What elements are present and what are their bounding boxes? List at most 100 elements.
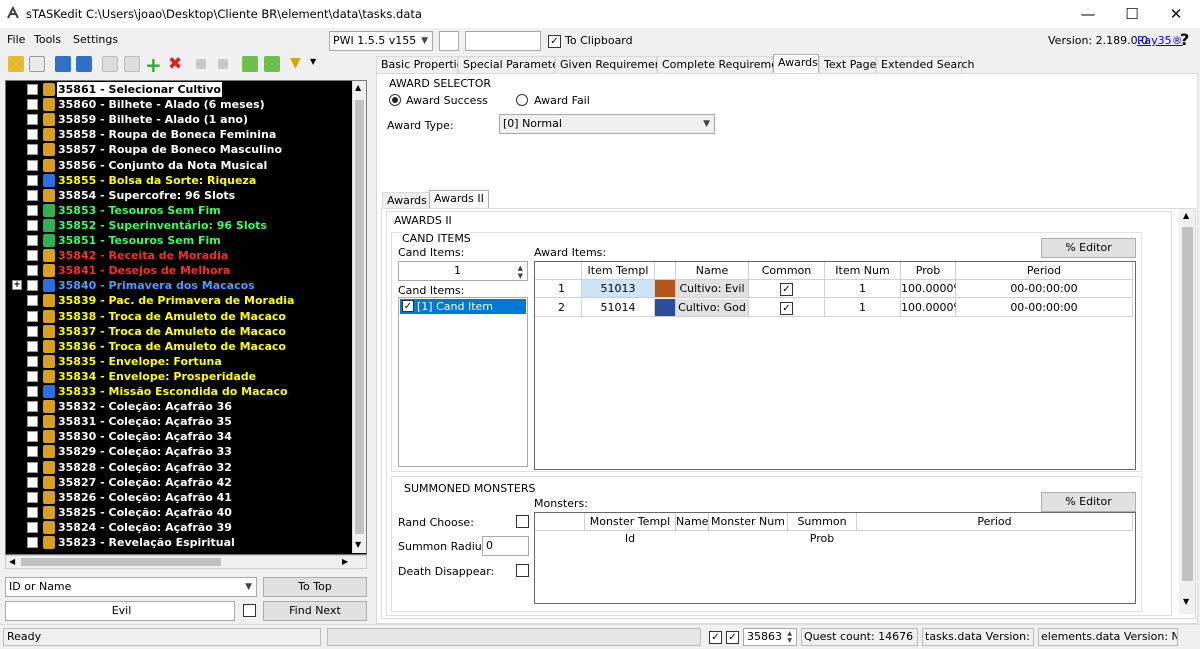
id-stepper[interactable]: 35863 ▲ ▼ — [743, 628, 797, 646]
grid-header[interactable] — [655, 262, 676, 280]
move-down-icon[interactable] — [218, 59, 228, 69]
tab-complete-requirements[interactable]: Complete Requirements — [657, 56, 795, 74]
scroll-up-icon[interactable]: ▲ — [355, 83, 361, 92]
tree-row-checkbox[interactable] — [27, 537, 38, 548]
open-folder-icon[interactable] — [8, 56, 24, 72]
cand-list-item[interactable]: ✓ [1] Cand Item — [400, 299, 526, 314]
tree-horizontal-scrollbar[interactable]: ◀ ▶ — [5, 555, 367, 569]
subtab-awards-2[interactable]: Awards II — [429, 190, 489, 210]
menu-tools[interactable]: Tools — [34, 33, 61, 46]
scroll-down-icon[interactable]: ▼ — [1183, 597, 1189, 606]
status-checkbox-1[interactable]: ✓ — [709, 630, 722, 644]
awards2-scrollbar[interactable]: ▲ ▼ — [1179, 209, 1195, 614]
tree-row[interactable]: 35828 - Coleção: Açafrão 32 — [6, 460, 351, 475]
clipboard-checkbox[interactable]: ✓ — [548, 34, 561, 48]
grid-header[interactable]: Summon Prob — [788, 513, 857, 545]
tree-row-checkbox[interactable] — [27, 506, 38, 518]
tree-row[interactable]: 35835 - Envelope: Fortuna — [6, 354, 351, 369]
tree-row[interactable]: 35825 - Coleção: Açafrão 40 — [6, 505, 351, 520]
clone-icon[interactable] — [124, 56, 140, 72]
tree-row-checkbox[interactable] — [27, 250, 38, 262]
item-period[interactable]: 00-00:00:00 — [956, 280, 1133, 298]
tree-row-checkbox[interactable] — [27, 370, 38, 382]
row-index[interactable]: 1 — [535, 280, 582, 298]
item-name[interactable]: Cultivo: God — [676, 299, 749, 317]
item-period[interactable]: 00-00:00:00 — [956, 299, 1133, 317]
tree-row-checkbox[interactable] — [27, 219, 38, 231]
grid-header[interactable]: Common Item — [749, 262, 825, 294]
tree-row[interactable]: 35823 - Revelação Espiritual — [6, 535, 351, 550]
award-items-grid[interactable]: Item Templ Id NameCommon ItemItem NumProb… — [534, 261, 1136, 470]
tree-vertical-scrollbar[interactable]: ▲ ▼ — [352, 81, 366, 553]
close-button[interactable]: ✕ — [1154, 0, 1198, 28]
tree-row-checkbox[interactable] — [27, 461, 38, 473]
grid-header[interactable]: Name — [676, 513, 709, 531]
grid-header[interactable]: Monster Num — [709, 513, 788, 531]
item-prob[interactable]: 100.0000% — [901, 299, 964, 317]
tree-row[interactable]: 35854 - Supercofre: 96 Slots — [6, 188, 351, 203]
tree-row-checkbox[interactable] — [27, 144, 38, 156]
move-up-icon[interactable] — [196, 59, 206, 69]
tree-row[interactable]: 35842 - Receita de Moradia — [6, 248, 351, 263]
tree-row-checkbox[interactable] — [27, 446, 38, 458]
award-success-radio[interactable] — [389, 94, 401, 106]
tree-row-checkbox[interactable] — [27, 401, 38, 413]
rand-choose-checkbox[interactable] — [516, 515, 529, 531]
monsters-editor-button[interactable]: % Editor — [1041, 492, 1136, 512]
scroll-left-icon[interactable]: ◀ — [9, 557, 15, 566]
tree-row-checkbox[interactable] — [27, 521, 38, 533]
tree-row[interactable]: 35853 - Tesouros Sem Fim — [6, 203, 351, 218]
save-as-icon[interactable] — [76, 56, 92, 72]
color-box[interactable] — [439, 31, 459, 51]
tree-row-checkbox[interactable] — [27, 386, 38, 397]
version-select[interactable]: PWI 1.5.5 v155 ▼ — [329, 31, 433, 51]
delete-icon[interactable]: ✖ — [168, 54, 182, 74]
tree-row[interactable]: 35833 - Missão Escondida do Macaco — [6, 384, 351, 399]
grid-header[interactable] — [535, 513, 585, 531]
maximize-button[interactable]: ☐ — [1110, 0, 1154, 28]
tree-row-checkbox[interactable] — [27, 431, 38, 443]
scroll-right-icon[interactable]: ▶ — [342, 557, 348, 566]
search-input[interactable]: Evil — [5, 601, 235, 621]
chevron-down-icon[interactable]: ▼ — [310, 57, 316, 66]
tree-row[interactable]: 35830 - Coleção: Açafrão 34 — [6, 429, 351, 444]
death-disappear-checkbox[interactable] — [516, 564, 529, 580]
add-icon[interactable]: + — [145, 53, 162, 77]
status-checkbox-2[interactable]: ✓ — [726, 630, 739, 644]
save-icon[interactable] — [55, 56, 71, 72]
tree-row[interactable]: 35861 - Selecionar Cultivo — [6, 82, 351, 97]
tree-row[interactable]: +35840 - Primavera dos Macacos — [6, 278, 351, 293]
scroll-thumb[interactable] — [355, 100, 364, 534]
search-mode-select[interactable]: ID or Name ▼ — [5, 577, 257, 597]
tab-special-parameters[interactable]: Special Parameters — [458, 56, 569, 74]
scroll-up-icon[interactable]: ▲ — [1183, 211, 1189, 220]
item-templ-id[interactable]: 51013 — [582, 280, 655, 298]
cand-items-stepper[interactable]: 1 ▲ ▼ — [398, 261, 528, 281]
tab-text-page[interactable]: Text Page — [819, 56, 876, 74]
tree-row[interactable]: 35856 - Conjunto da Nota Musical — [6, 158, 351, 173]
minimize-button[interactable]: — — [1066, 0, 1110, 28]
scroll-thumb[interactable] — [21, 558, 221, 566]
grid-header[interactable]: Period — [956, 262, 1133, 280]
to-top-button[interactable]: To Top — [263, 577, 367, 597]
monsters-grid[interactable]: Monster Templ Id Name Monster Num Summon Pr… — [534, 512, 1136, 604]
tree-row[interactable]: 35838 - Troca de Amuleto de Macaco — [6, 309, 351, 324]
document-icon[interactable] — [29, 56, 45, 72]
summon-radius-input[interactable]: 0 — [482, 536, 529, 556]
tree-row-checkbox[interactable] — [27, 204, 38, 216]
common-item-checkbox[interactable]: ✓ — [749, 299, 825, 317]
menu-settings[interactable]: Settings — [73, 33, 118, 46]
tree-row[interactable]: 35859 - Bilhete - Alado (1 ano) — [6, 112, 351, 127]
tree-row[interactable]: 35836 - Troca de Amuleto de Macaco — [6, 339, 351, 354]
grid-header[interactable]: Item Num — [825, 262, 901, 280]
tree-row-checkbox[interactable] — [27, 325, 38, 337]
tree-row[interactable]: 35858 - Roupa de Boneca Feminina — [6, 127, 351, 142]
grid-header[interactable]: Prob — [901, 262, 956, 280]
tab-basic-properties[interactable]: Basic Properties — [376, 56, 469, 74]
tree-row[interactable]: 35827 - Coleção: Açafrão 42 — [6, 475, 351, 490]
expand-icon[interactable]: + — [12, 280, 22, 291]
tree-row-checkbox[interactable] — [27, 416, 38, 428]
award-items-editor-button[interactable]: % Editor — [1041, 238, 1136, 258]
tree-row-checkbox[interactable] — [27, 129, 38, 141]
tree-row-checkbox[interactable] — [27, 174, 38, 186]
